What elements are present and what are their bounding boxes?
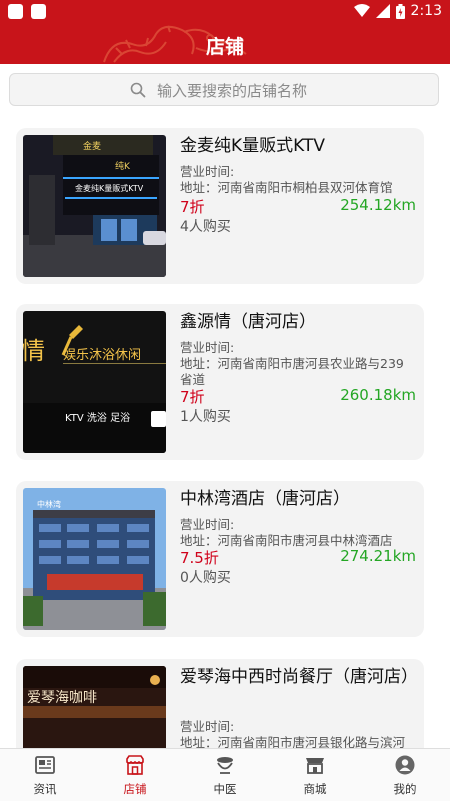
- notification-icon: [8, 4, 23, 19]
- discount-label: 7折: [180, 388, 205, 406]
- shop-name: 鑫源情（唐河店）: [180, 312, 316, 332]
- status-bar: 2:13: [0, 0, 450, 24]
- business-hours: 营业时间:: [180, 340, 235, 355]
- distance-label: 254.12km: [340, 196, 416, 214]
- tab-label: 店铺: [123, 782, 147, 796]
- shop-card[interactable]: 爱琴海咖啡 爱琴海中西时尚餐厅（唐河店） 营业时间: 地址：河南省南阳市唐河县银…: [16, 659, 424, 748]
- svg-text:纯K: 纯K: [115, 160, 131, 172]
- shop-thumbnail: 金麦 纯K 金麦纯K量贩式KTV: [23, 135, 166, 277]
- search-icon: [130, 82, 146, 98]
- notification-icon-2: [31, 4, 46, 19]
- search-bar[interactable]: 输入要搜索的店铺名称: [9, 73, 439, 106]
- discount-label: 7.5折: [180, 549, 219, 567]
- tab-label: 我的: [393, 782, 417, 796]
- svg-text:金麦: 金麦: [83, 140, 101, 152]
- shop-thumbnail: 情 娱乐沐浴休闲 KTV 洗浴 足浴: [23, 311, 166, 453]
- distance-label: 274.21km: [340, 547, 416, 565]
- news-icon: [35, 756, 55, 774]
- svg-text:娱乐沐浴休闲: 娱乐沐浴休闲: [63, 348, 141, 363]
- business-hours: 营业时间:: [180, 164, 235, 179]
- battery-icon: [395, 3, 405, 19]
- buyers-count: 1人购买: [180, 409, 231, 425]
- status-time: 2:13: [410, 3, 442, 19]
- shop-address: 地址：河南省南阳市唐河县银化路与滨河: [180, 735, 406, 748]
- buyers-count: 0人购买: [180, 570, 231, 586]
- tab-label: 商城: [303, 782, 327, 796]
- shop-address: 地址：河南省南阳市桐柏县双河体育馆: [180, 180, 393, 195]
- shop-name: 中林湾酒店（唐河店）: [180, 489, 350, 509]
- shop-card[interactable]: 情 娱乐沐浴休闲 KTV 洗浴 足浴 鑫源情（唐河店） 营业时间: 地址：河南省…: [16, 304, 424, 460]
- signal-icon: [375, 4, 390, 18]
- app-bar: 店铺: [0, 24, 450, 64]
- svg-text:情: 情: [23, 337, 45, 365]
- distance-label: 260.18km: [340, 386, 416, 404]
- business-hours: 营业时间:: [180, 719, 235, 734]
- tab-tcm[interactable]: 中医: [180, 749, 270, 801]
- business-hours: 营业时间:: [180, 517, 235, 532]
- discount-label: 7折: [180, 198, 205, 216]
- tab-mall[interactable]: 商城: [270, 749, 360, 801]
- search-input[interactable]: 输入要搜索的店铺名称: [157, 80, 307, 101]
- tab-label: 中医: [213, 782, 237, 796]
- page-title: 店铺: [205, 36, 244, 58]
- svg-text:金麦纯K量贩式KTV: 金麦纯K量贩式KTV: [75, 183, 144, 193]
- buyers-count: 4人购买: [180, 219, 231, 235]
- shop-list[interactable]: 金麦 纯K 金麦纯K量贩式KTV 金麦纯K量贩式KTV 营业时间: 地址：河南省…: [0, 126, 450, 748]
- profile-icon: [395, 755, 415, 775]
- tab-label: 资讯: [33, 782, 57, 796]
- tab-profile[interactable]: 我的: [360, 749, 450, 801]
- tab-news[interactable]: 资讯: [0, 749, 90, 801]
- tab-shop[interactable]: 店铺: [90, 749, 180, 801]
- shop-thumbnail: 爱琴海咖啡: [23, 666, 166, 748]
- shop-name: 爱琴海中西时尚餐厅（唐河店）: [180, 667, 418, 687]
- svg-text:爱琴海咖啡: 爱琴海咖啡: [27, 690, 97, 706]
- shop-icon: [126, 755, 144, 775]
- wifi-icon: [353, 4, 370, 17]
- bottom-tab-bar: 资讯 店铺 中医 商城 我的: [0, 748, 450, 801]
- shop-card[interactable]: 中林湾 中林湾酒店（唐河店） 营业时间: 地址：河南省南阳市唐河县中林湾酒店 7…: [16, 481, 424, 637]
- shop-address: 地址：河南省南阳市唐河县农业路与239省道: [180, 356, 404, 387]
- svg-text:中林湾: 中林湾: [37, 499, 61, 509]
- shop-thumbnail: 中林湾: [23, 488, 166, 630]
- mall-icon: [306, 758, 324, 774]
- tcm-icon: [217, 757, 233, 774]
- svg-text:KTV 洗浴 足浴: KTV 洗浴 足浴: [65, 412, 130, 424]
- shop-name: 金麦纯K量贩式KTV: [180, 136, 325, 156]
- shop-card[interactable]: 金麦 纯K 金麦纯K量贩式KTV 金麦纯K量贩式KTV 营业时间: 地址：河南省…: [16, 128, 424, 284]
